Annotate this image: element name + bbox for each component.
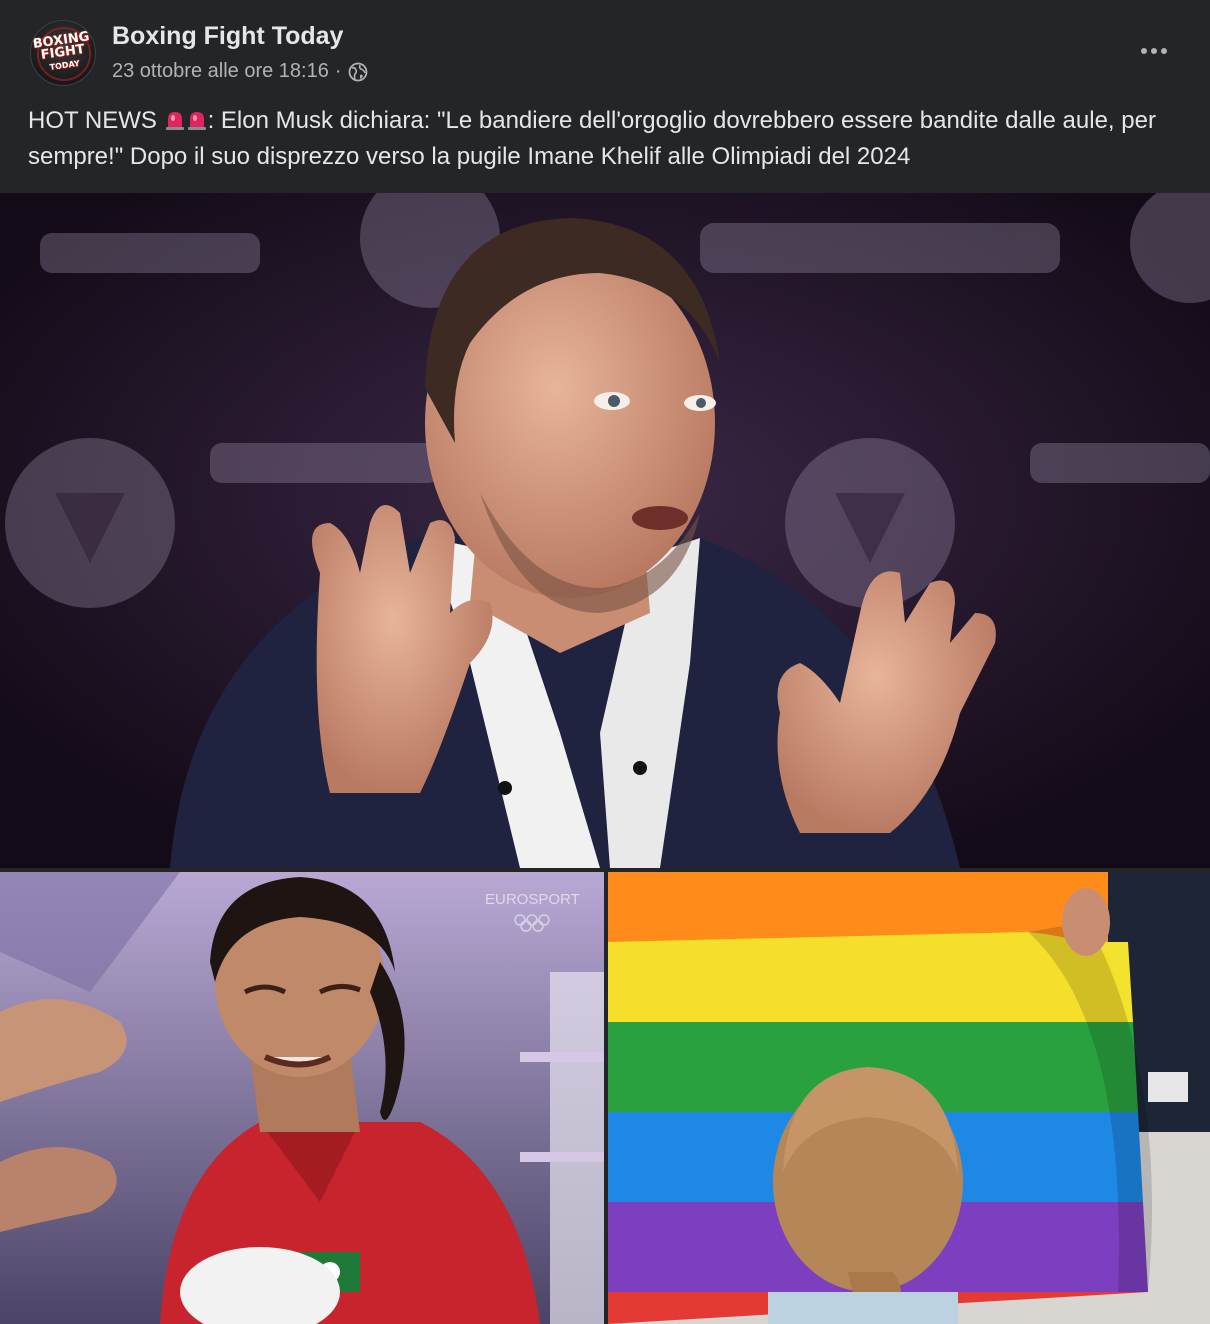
siren-icon	[165, 109, 185, 131]
post-timestamp[interactable]: 23 ottobre alle ore 18:16	[112, 60, 329, 83]
post-media-grid[interactable]: EUROSPORT	[0, 193, 1210, 1324]
post-caption: HOT NEWS : Elon Musk dichiara: "Le bandi…	[28, 103, 1178, 175]
caption-prefix: HOT NEWS	[28, 107, 157, 134]
meta-separator: ·	[334, 60, 342, 82]
photo-boxer[interactable]: EUROSPORT	[0, 872, 604, 1324]
page-avatar[interactable]: BOXING FIGHT TODAY	[30, 20, 96, 86]
more-options-icon[interactable]	[1134, 34, 1174, 68]
eurosport-watermark: EUROSPORT	[485, 891, 580, 908]
globe-icon[interactable]	[348, 62, 368, 82]
post-meta: 23 ottobre alle ore 18:16 ·	[112, 60, 368, 83]
post-header: BOXING FIGHT TODAY Boxing Fight Today 23 o…	[0, 0, 1210, 96]
post-author-name[interactable]: Boxing Fight Today	[112, 22, 343, 51]
photo-speaker-gesturing[interactable]	[0, 193, 1210, 868]
facebook-post: BOXING FIGHT TODAY Boxing Fight Today 23 o…	[0, 0, 1210, 1324]
siren-icon	[187, 109, 207, 131]
photo-rainbow-flag[interactable]	[608, 872, 1210, 1324]
